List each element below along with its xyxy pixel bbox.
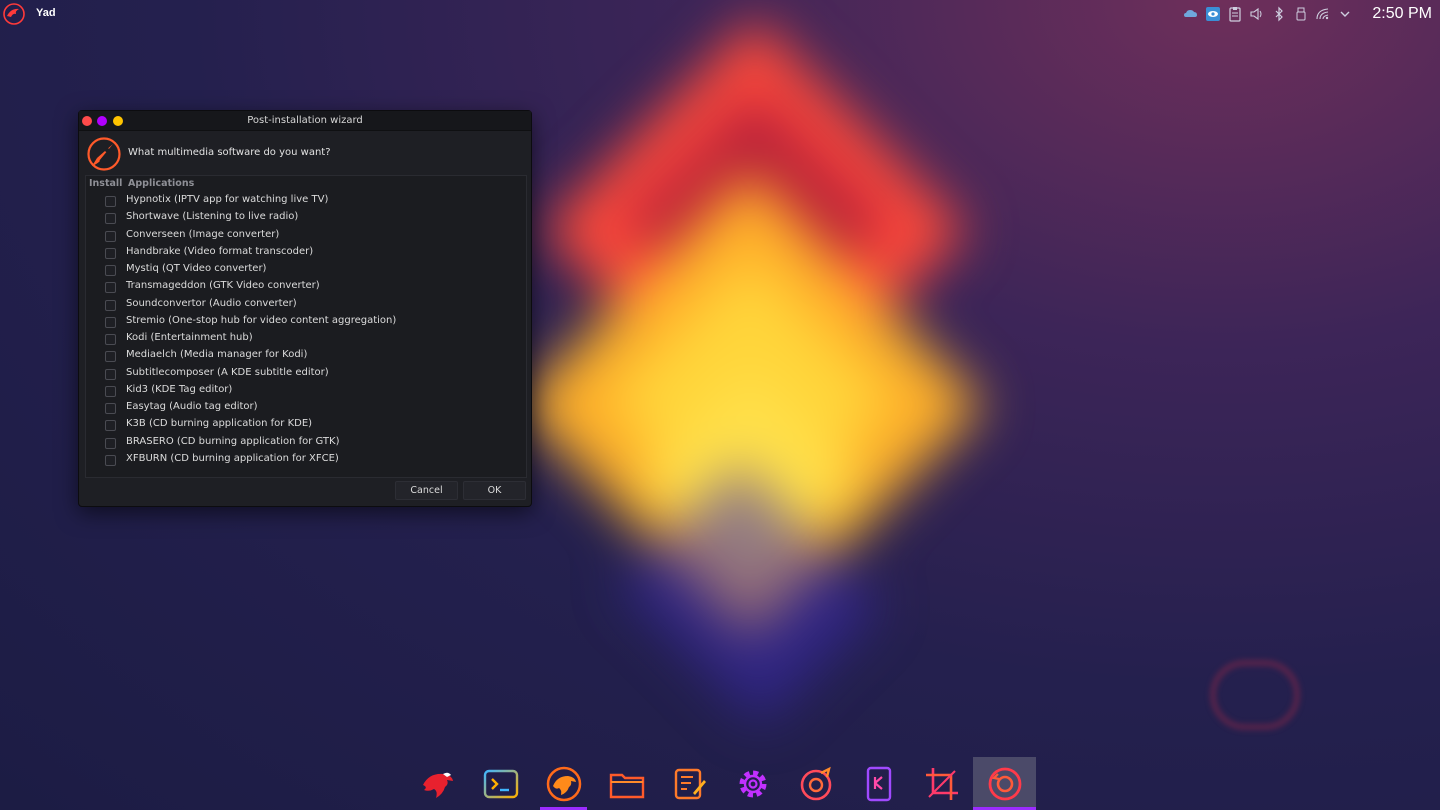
list-item[interactable]: Kid3 (KDE Tag editor) — [86, 382, 526, 399]
install-checkbox[interactable] — [105, 265, 116, 276]
column-header-applications[interactable]: Applications — [128, 178, 194, 189]
application-label: Kodi (Entertainment hub) — [126, 332, 253, 343]
install-checkbox[interactable] — [105, 385, 116, 397]
dialog-header: What multimedia software do you want? — [79, 131, 531, 175]
application-label: Hypnotix (IPTV app for watching live TV) — [126, 194, 329, 205]
applications-list[interactable]: Install Applications Hypnotix (IPTV app … — [85, 175, 527, 478]
dock-item-garuda-welcome[interactable] — [532, 757, 595, 810]
application-label: XFBURN (CD burning application for XFCE) — [126, 452, 339, 464]
dock-item-crop[interactable] — [910, 757, 973, 810]
application-label: Shortwave (Listening to live radio) — [126, 211, 299, 223]
garuda-menu-icon[interactable] — [2, 2, 26, 26]
application-label: K3B (CD burning application for KDE) — [126, 418, 313, 430]
terminal-icon — [483, 769, 518, 798]
vision-icon[interactable] — [1202, 4, 1224, 24]
dialog-question: What multimedia software do you want? — [128, 147, 331, 158]
list-header: Install Applications — [86, 176, 526, 192]
column-header-install[interactable]: Install — [89, 178, 122, 189]
wifi-icon[interactable] — [1312, 4, 1334, 24]
dock — [406, 757, 1036, 810]
list-item[interactable]: Converseen (Image converter) — [86, 227, 526, 244]
application-label: Soundconvertor (Audio converter) — [126, 297, 297, 309]
clock[interactable]: 2:50 PM — [1372, 5, 1432, 23]
list-item[interactable]: Hypnotix (IPTV app for watching live TV) — [86, 192, 526, 209]
post-installation-wizard-dialog: Post-installation wizard What multimedia… — [78, 110, 532, 507]
application-label: Mediaelch (Media manager for Kodi) — [126, 349, 308, 361]
application-label: Handbrake (Video format transcoder) — [126, 245, 314, 257]
dock-item-kdeconnect[interactable] — [847, 757, 910, 810]
list-item[interactable]: Shortwave (Listening to live radio) — [86, 209, 526, 226]
crop-icon — [925, 767, 958, 800]
settings-icon — [739, 770, 766, 797]
window-title: Post-installation wizard — [247, 115, 363, 126]
application-label: Kid3 (KDE Tag editor) — [126, 383, 233, 395]
install-checkbox[interactable] — [105, 230, 116, 242]
list-item[interactable]: Kodi (Entertainment hub) — [86, 330, 526, 347]
dock-item-settings[interactable] — [721, 757, 784, 810]
install-checkbox[interactable] — [105, 299, 116, 311]
usb-icon[interactable] — [1290, 4, 1312, 24]
dock-item-garuda[interactable] — [406, 757, 469, 810]
cloud-icon[interactable] — [1180, 4, 1202, 24]
application-label: BRASERO (CD burning application for GTK) — [126, 435, 340, 447]
application-label: Subtitlecomposer (A KDE subtitle editor) — [126, 366, 329, 378]
garuda-logo-icon — [86, 136, 122, 172]
dock-item-text-editor[interactable] — [658, 757, 721, 810]
kdeconnect-icon — [866, 766, 891, 801]
bluetooth-icon[interactable] — [1268, 4, 1290, 24]
top-panel: Yad 2:50 PM — [0, 0, 1440, 28]
text-editor-icon — [674, 768, 706, 799]
list-item[interactable]: BRASERO (CD burning application for GTK) — [86, 434, 526, 451]
list-item[interactable]: Transmageddon (GTK Video converter) — [86, 278, 526, 295]
install-checkbox[interactable] — [105, 247, 116, 259]
install-checkbox[interactable] — [105, 282, 116, 294]
window-titlebar[interactable]: Post-installation wizard — [79, 111, 531, 131]
timeshift-icon — [988, 767, 1021, 800]
list-item[interactable]: Subtitlecomposer (A KDE subtitle editor) — [86, 365, 526, 382]
active-app-name: Yad — [36, 7, 56, 19]
disc-burner-icon — [800, 766, 831, 800]
system-tray: 2:50 PM — [1180, 0, 1440, 28]
list-item[interactable]: Mediaelch (Media manager for Kodi) — [86, 347, 526, 364]
list-item[interactable]: Stremio (One-stop hub for video content … — [86, 313, 526, 330]
application-label: Transmageddon (GTK Video converter) — [126, 280, 320, 292]
cancel-button[interactable]: Cancel — [395, 481, 458, 500]
garuda-icon — [422, 772, 453, 798]
list-item[interactable]: Easytag (Audio tag editor) — [86, 399, 526, 416]
install-checkbox[interactable] — [105, 454, 116, 466]
list-item[interactable]: Soundconvertor (Audio converter) — [86, 296, 526, 313]
application-label: Easytag (Audio tag editor) — [126, 401, 258, 412]
folder-icon — [609, 773, 644, 798]
list-item[interactable]: K3B (CD burning application for KDE) — [86, 416, 526, 433]
garuda-welcome-icon — [546, 766, 581, 801]
application-label: Stremio (One-stop hub for video content … — [126, 314, 397, 326]
application-label: Mystiq (QT Video converter) — [126, 263, 267, 274]
install-checkbox[interactable] — [105, 213, 116, 225]
ok-button[interactable]: OK — [463, 481, 526, 500]
install-checkbox[interactable] — [105, 420, 116, 432]
list-item[interactable]: Mystiq (QT Video converter) — [86, 261, 526, 278]
install-checkbox[interactable] — [105, 368, 116, 380]
application-label: Converseen (Image converter) — [126, 228, 280, 240]
volume-icon[interactable] — [1246, 4, 1268, 24]
dock-item-disc-burner[interactable] — [784, 757, 847, 810]
install-checkbox[interactable] — [105, 316, 116, 328]
clipboard-icon[interactable] — [1224, 4, 1246, 24]
list-item[interactable]: Handbrake (Video format transcoder) — [86, 244, 526, 261]
dock-item-terminal[interactable] — [469, 757, 532, 810]
install-checkbox[interactable] — [105, 334, 116, 345]
list-rows: Hypnotix (IPTV app for watching live TV)… — [86, 192, 526, 468]
install-checkbox[interactable] — [105, 351, 116, 363]
install-checkbox[interactable] — [105, 437, 116, 449]
dock-item-files[interactable] — [595, 757, 658, 810]
install-checkbox[interactable] — [105, 196, 116, 207]
list-item[interactable]: XFBURN (CD burning application for XFCE) — [86, 451, 526, 468]
chevron-down-icon[interactable] — [1334, 4, 1356, 24]
dock-item-timeshift[interactable] — [973, 757, 1036, 810]
install-checkbox[interactable] — [105, 403, 116, 414]
